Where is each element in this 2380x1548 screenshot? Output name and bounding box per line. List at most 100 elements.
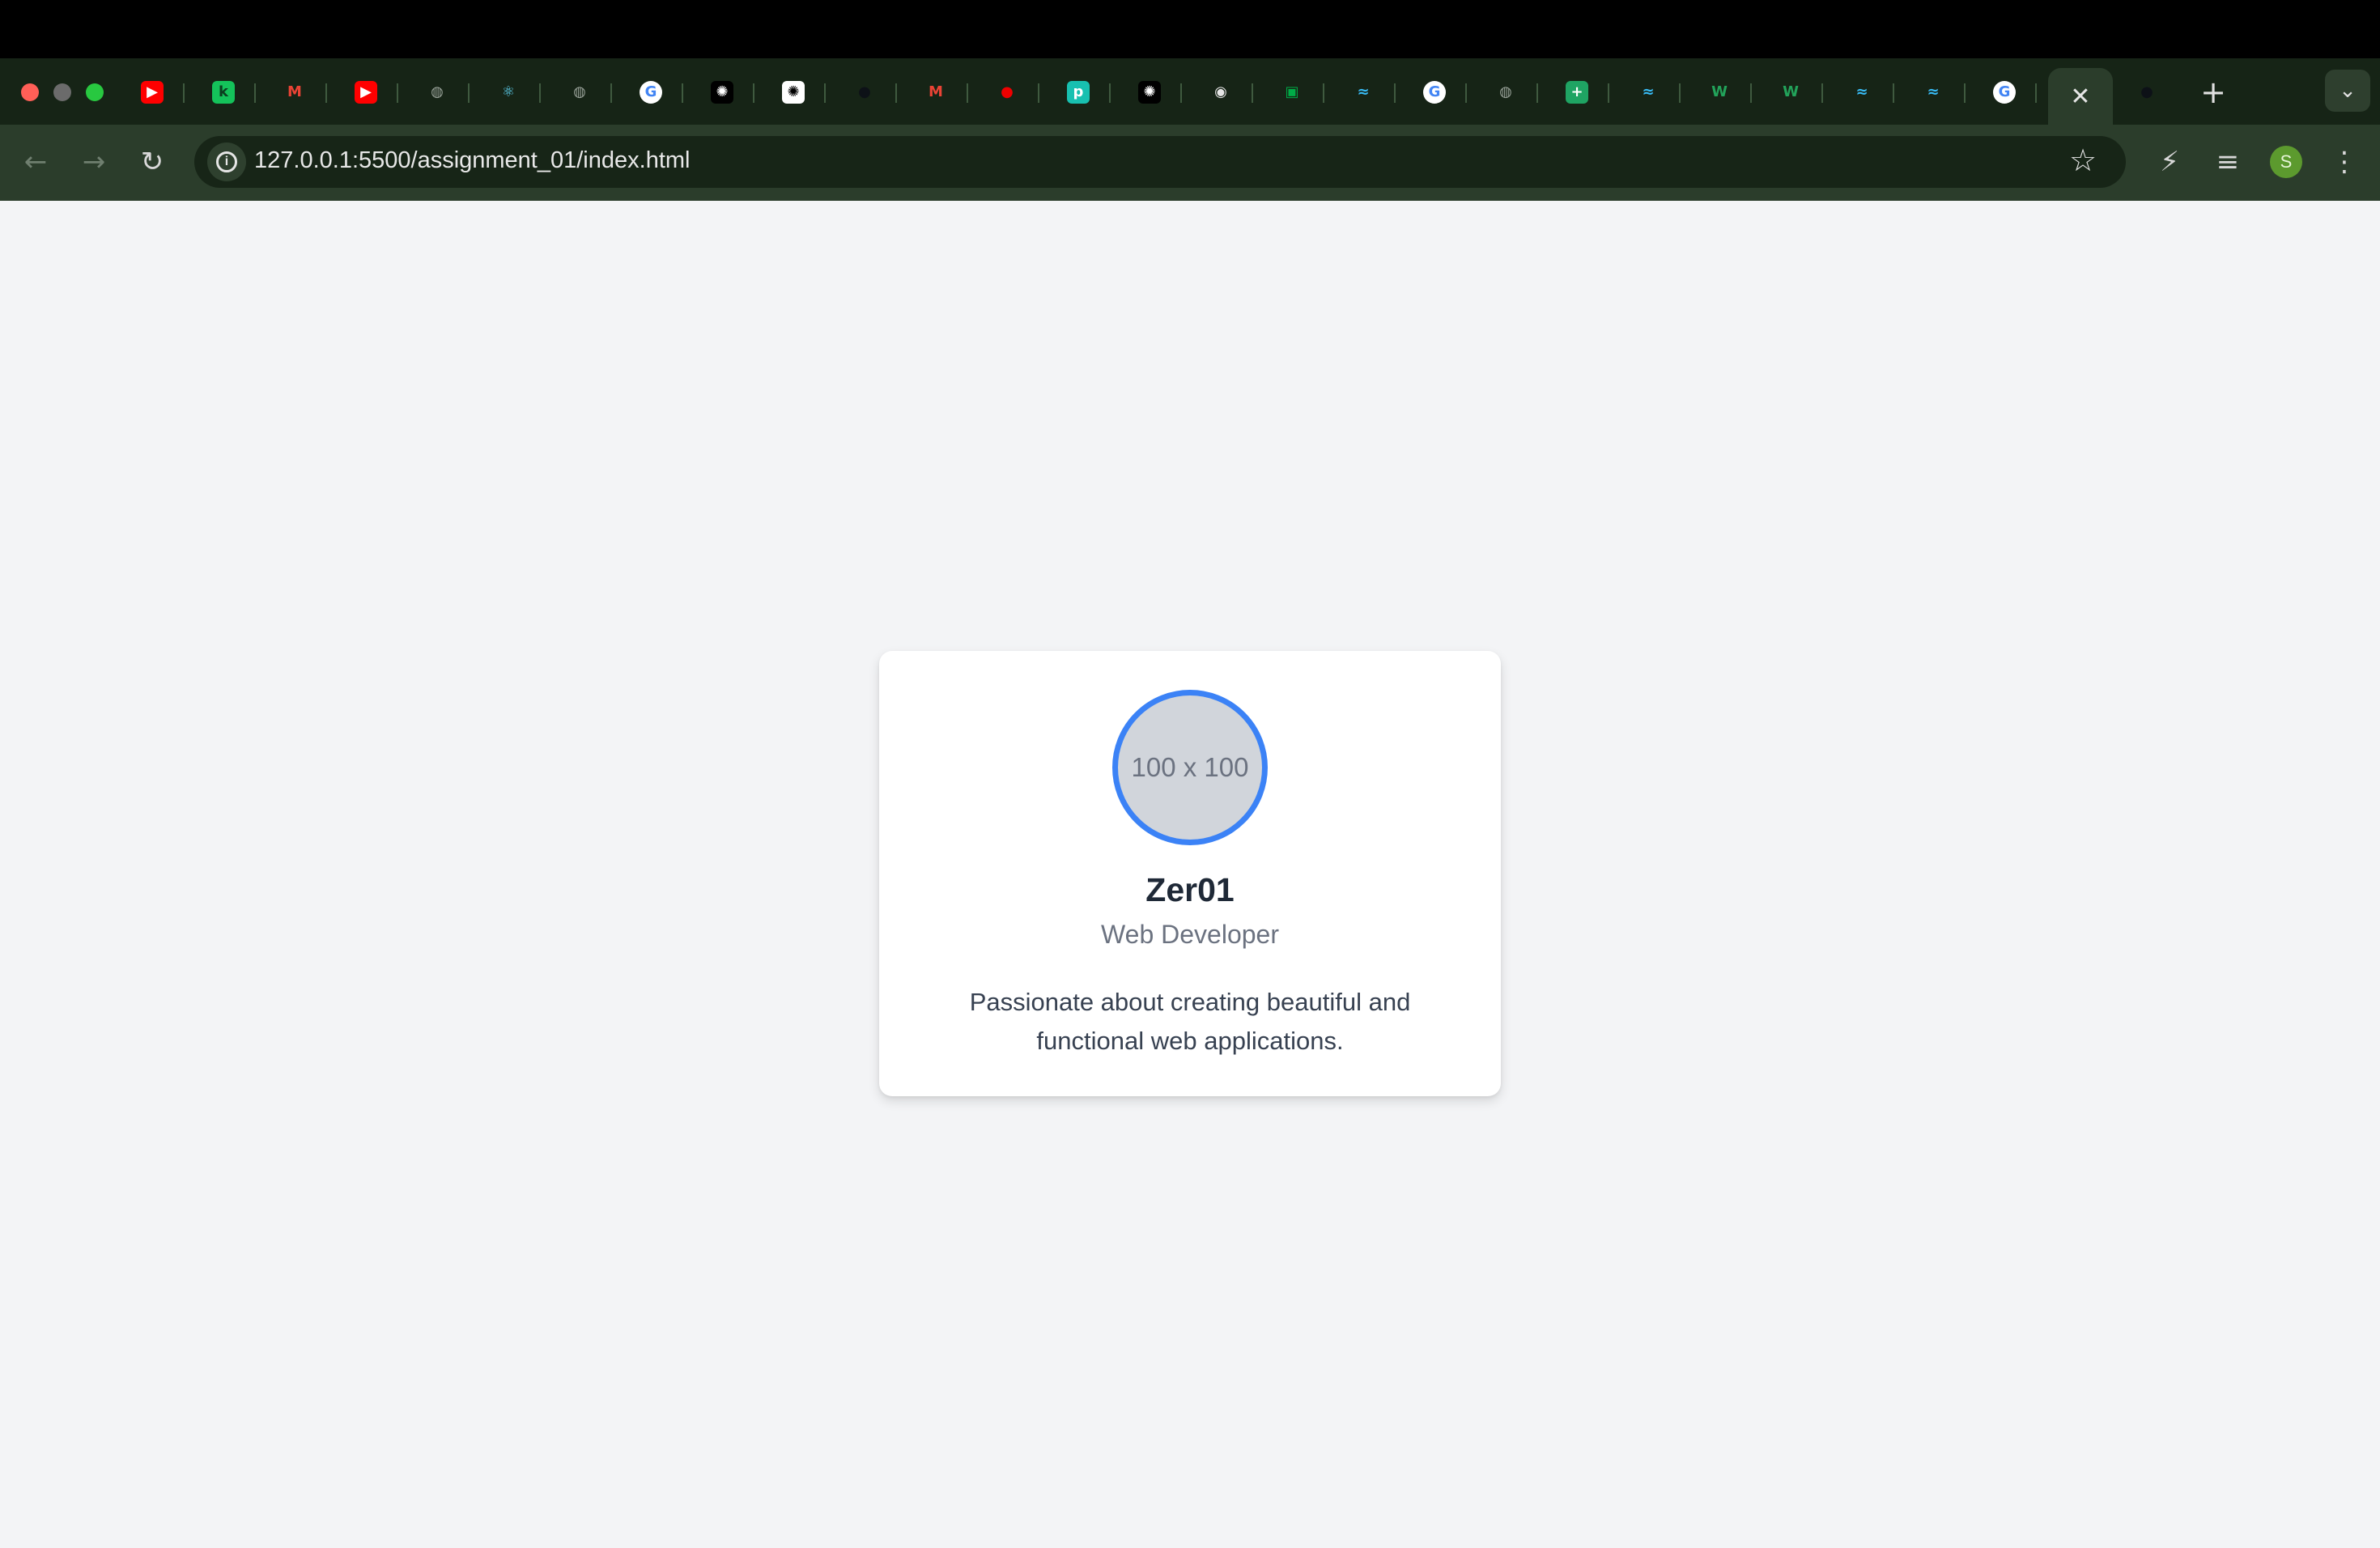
- tab[interactable]: ●: [2113, 73, 2181, 112]
- tab[interactable]: M: [261, 73, 329, 112]
- back-button[interactable]: ←: [15, 141, 57, 183]
- tab-separator: [2035, 83, 2037, 103]
- tab-separator: [824, 83, 826, 103]
- tab[interactable]: ✺: [1116, 73, 1184, 112]
- tab-separator: [895, 83, 897, 103]
- tab[interactable]: ✺: [688, 73, 756, 112]
- tab-separator: [1465, 83, 1467, 103]
- tab-search-button[interactable]: ⌄: [2325, 70, 2370, 112]
- leetcode-icon: k: [212, 81, 235, 104]
- forward-button[interactable]: →: [73, 141, 115, 183]
- tab-separator: [1893, 83, 1894, 103]
- profile-role: Web Developer: [1101, 920, 1279, 949]
- browser-menu-icon[interactable]: ⋮: [2323, 141, 2365, 183]
- tab[interactable]: ●: [831, 73, 899, 112]
- tab[interactable]: ◍: [1472, 73, 1540, 112]
- tab-separator: [539, 83, 541, 103]
- gmail-icon: M: [287, 83, 302, 100]
- tab[interactable]: ▣: [1258, 73, 1326, 112]
- youtube-icon: ▶: [355, 81, 377, 104]
- tab-separator: [325, 83, 327, 103]
- tab-separator: [1750, 83, 1752, 103]
- tab[interactable]: G: [1400, 73, 1468, 112]
- github-icon: ●: [2140, 83, 2153, 100]
- tab-separator: [397, 83, 398, 103]
- gmail-icon: M: [929, 83, 943, 100]
- media-control-icon[interactable]: ≡: [2207, 141, 2249, 183]
- tab-separator: [682, 83, 683, 103]
- tab[interactable]: W: [1685, 73, 1753, 112]
- active-tab[interactable]: ✕: [2048, 68, 2113, 125]
- w-icon: W: [1711, 83, 1728, 100]
- tab[interactable]: +: [1543, 73, 1611, 112]
- close-tab-icon[interactable]: ✕: [2070, 83, 2090, 111]
- tab[interactable]: ≈: [1614, 73, 1682, 112]
- profile-name: Zer01: [1145, 871, 1235, 908]
- tab[interactable]: G: [617, 73, 685, 112]
- tab[interactable]: ≈: [1329, 73, 1397, 112]
- tab-separator: [1821, 83, 1823, 103]
- tab-separator: [183, 83, 185, 103]
- new-tab-button[interactable]: +: [2195, 74, 2231, 110]
- tab[interactable]: ≈: [1899, 73, 1967, 112]
- tab[interactable]: ◍: [403, 73, 471, 112]
- tab-separator: [1536, 83, 1538, 103]
- tab-separator: [610, 83, 612, 103]
- chrome-icon: ◉: [1214, 83, 1227, 100]
- tab-separator: [1964, 83, 1966, 103]
- redhat-icon: ●: [1001, 83, 1014, 100]
- tab-separator: [1109, 83, 1111, 103]
- tab-separator: [1608, 83, 1609, 103]
- replit-icon: p: [1067, 81, 1090, 104]
- tab-separator: [967, 83, 968, 103]
- react-icon: ⚛: [501, 83, 516, 100]
- globe-icon: ◍: [573, 83, 586, 100]
- youtube-icon: ▶: [141, 81, 164, 104]
- tab[interactable]: G: [1970, 73, 2038, 112]
- tab-separator: [468, 83, 470, 103]
- tab[interactable]: p: [1044, 73, 1112, 112]
- tab[interactable]: ⚛: [474, 73, 542, 112]
- window-close-button[interactable]: [21, 83, 39, 101]
- bookmark-star-icon[interactable]: ☆: [2069, 142, 2097, 178]
- tab-separator: [753, 83, 754, 103]
- tab[interactable]: ≈: [1828, 73, 1896, 112]
- tab-separator: [1394, 83, 1396, 103]
- info-icon: i: [216, 151, 237, 172]
- site-info-button[interactable]: i: [207, 142, 246, 181]
- github-icon: ●: [858, 83, 871, 100]
- tailwind-icon: ≈: [1927, 83, 1940, 100]
- tab-separator: [1679, 83, 1681, 103]
- tab[interactable]: M: [902, 73, 970, 112]
- globe-icon: ◍: [1499, 83, 1512, 100]
- chatgpt-icon: ✺: [711, 81, 733, 104]
- tailwind-icon: ≈: [1855, 83, 1868, 100]
- tab[interactable]: ◍: [546, 73, 614, 112]
- tab-separator: [254, 83, 256, 103]
- os-menu-bar: [0, 0, 2380, 58]
- tailwind-icon: ≈: [1642, 83, 1655, 100]
- chatgpt-icon: ✺: [1138, 81, 1161, 104]
- tab[interactable]: ●: [973, 73, 1041, 112]
- window-maximize-button[interactable]: [86, 83, 104, 101]
- google-sheets-icon: +: [1566, 81, 1588, 104]
- profile-avatar[interactable]: S: [2270, 146, 2302, 178]
- tab[interactable]: ◉: [1187, 73, 1255, 112]
- tab[interactable]: W: [1757, 73, 1825, 112]
- tab[interactable]: k: [189, 73, 257, 112]
- google-icon: G: [1993, 81, 2016, 104]
- tab[interactable]: ▶: [118, 73, 186, 112]
- extension-icon[interactable]: ⚡: [2148, 141, 2191, 183]
- url-text[interactable]: 127.0.0.1:5500/assignment_01/index.html: [254, 147, 690, 174]
- tab-separator: [1323, 83, 1324, 103]
- globe-icon: ◍: [431, 83, 444, 100]
- tailwind-icon: ≈: [1357, 83, 1370, 100]
- reload-button[interactable]: ↻: [131, 141, 173, 183]
- google-meet-icon: ▣: [1285, 83, 1299, 100]
- tab-separator: [1252, 83, 1253, 103]
- profile-image-placeholder: 100 x 100: [1112, 690, 1268, 845]
- tab[interactable]: ✺: [759, 73, 827, 112]
- tab[interactable]: ▶: [332, 73, 400, 112]
- google-icon: G: [640, 81, 662, 104]
- window-minimize-button[interactable]: [53, 83, 71, 101]
